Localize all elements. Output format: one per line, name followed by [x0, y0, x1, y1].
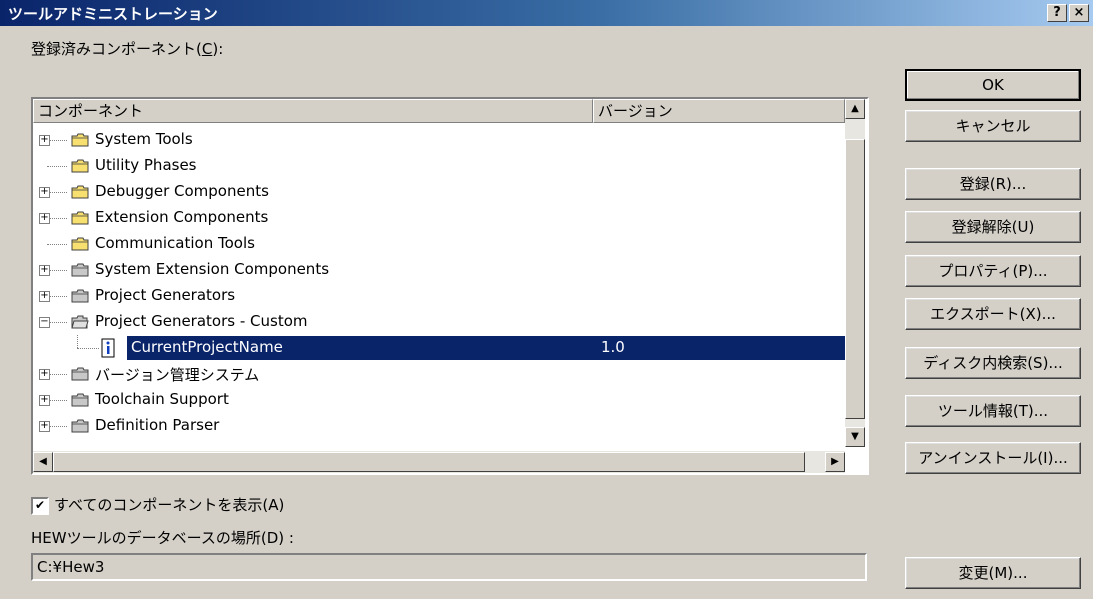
folder-yellow-icon: [71, 237, 89, 251]
tree-row[interactable]: + バージョン管理システム: [33, 361, 845, 387]
scroll-up-button[interactable]: ▲: [845, 99, 865, 119]
tree-connector: [47, 270, 67, 271]
tool-administration-dialog: ツールアドミニストレーション ? × 登録済みコンポーネント(C): コンポーネ…: [0, 0, 1093, 599]
cancel-button[interactable]: キャンセル: [905, 110, 1081, 142]
scroll-down-button[interactable]: ▼: [845, 427, 865, 447]
tree-row[interactable]: Utility Phases: [33, 153, 845, 179]
component-name: Project Generators: [95, 286, 236, 304]
tree-connector: [47, 426, 67, 427]
expand-icon[interactable]: +: [39, 421, 50, 432]
column-header-component[interactable]: コンポーネント: [33, 99, 593, 123]
component-name: System Extension Components: [95, 260, 330, 278]
component-name: System Tools: [95, 130, 193, 148]
folder-open-gray-icon: [71, 315, 89, 329]
close-button[interactable]: ×: [1069, 4, 1089, 22]
tree-connector: [47, 322, 67, 323]
info-document-icon: [101, 338, 115, 358]
uninstall-button[interactable]: アンインストール(I)...: [905, 442, 1081, 474]
tree-connector: [47, 166, 67, 167]
folder-gray-icon: [71, 367, 89, 381]
unregister-button[interactable]: 登録解除(U): [905, 211, 1081, 243]
tree-row[interactable]: + Extension Components: [33, 205, 845, 231]
tree-connector: [47, 218, 67, 219]
tree-connector: [47, 400, 67, 401]
folder-yellow-icon: [71, 159, 89, 173]
tree-row[interactable]: + Definition Parser: [33, 413, 845, 439]
expand-icon[interactable]: +: [39, 395, 50, 406]
show-all-checkbox[interactable]: ✔: [31, 497, 49, 515]
scroll-right-button[interactable]: ▶: [825, 452, 845, 472]
folder-gray-icon: [71, 419, 89, 433]
component-version: 1.0: [601, 338, 625, 356]
tree-connector: [77, 335, 78, 348]
tree-row[interactable]: − Project Generators - Custom: [33, 309, 845, 335]
tree-row[interactable]: + System Extension Components: [33, 257, 845, 283]
component-name: Project Generators - Custom: [95, 312, 308, 330]
component-list[interactable]: コンポーネント バージョン + System Tools Utility Phase…: [31, 97, 869, 475]
tool-info-button[interactable]: ツール情報(T)...: [905, 395, 1081, 427]
tree-connector: [47, 296, 67, 297]
tree-connector: [47, 374, 67, 375]
ok-button[interactable]: OK: [905, 69, 1081, 101]
show-all-label[interactable]: すべてのコンポーネントを表示(A): [54, 494, 284, 515]
properties-button[interactable]: プロパティ(P)...: [905, 255, 1081, 287]
folder-yellow-icon: [71, 133, 89, 147]
component-name: Communication Tools: [95, 234, 255, 252]
change-button[interactable]: 変更(M)...: [905, 557, 1081, 589]
components-label: 登録済みコンポーネント(C):: [31, 40, 224, 58]
component-name: Toolchain Support: [95, 390, 229, 408]
tree-row[interactable]: + Project Generators: [33, 283, 845, 309]
tree-connector: [47, 140, 67, 141]
horizontal-scrollbar[interactable]: ◀ ▶: [33, 451, 845, 473]
db-location-field[interactable]: C:¥Hew3: [31, 553, 867, 581]
folder-gray-icon: [71, 289, 89, 303]
expand-icon[interactable]: +: [39, 265, 50, 276]
horizontal-scroll-thumb[interactable]: [53, 452, 805, 472]
folder-gray-icon: [71, 393, 89, 407]
tree-connector: [47, 192, 67, 193]
search-disk-button[interactable]: ディスク内検索(S)...: [905, 347, 1081, 379]
tree-connector: [77, 348, 99, 349]
export-button[interactable]: エクスポート(X)...: [905, 298, 1081, 330]
expand-icon[interactable]: +: [39, 135, 50, 146]
component-name: Debugger Components: [95, 182, 269, 200]
component-name: バージョン管理システム: [95, 366, 260, 384]
tree-row[interactable]: + Debugger Components: [33, 179, 845, 205]
tree-row[interactable]: CurrentProjectName 1.0: [33, 335, 845, 361]
component-name: CurrentProjectName: [131, 338, 283, 356]
component-name: Utility Phases: [95, 156, 197, 174]
tree-row[interactable]: Communication Tools: [33, 231, 845, 257]
vertical-scrollbar[interactable]: ▲ ▼: [845, 99, 865, 447]
tree-row[interactable]: + System Tools: [33, 127, 845, 153]
collapse-icon[interactable]: −: [39, 317, 50, 328]
expand-icon[interactable]: +: [39, 187, 50, 198]
register-button[interactable]: 登録(R)...: [905, 168, 1081, 200]
scroll-left-button[interactable]: ◀: [33, 452, 53, 472]
window-title: ツールアドミニストレーション: [8, 5, 218, 23]
folder-yellow-icon: [71, 185, 89, 199]
folder-gray-icon: [71, 263, 89, 277]
tree-row[interactable]: + Toolchain Support: [33, 387, 845, 413]
component-name: Definition Parser: [95, 416, 220, 434]
column-header-version[interactable]: バージョン: [593, 99, 845, 123]
expand-icon[interactable]: +: [39, 291, 50, 302]
help-button[interactable]: ?: [1047, 4, 1067, 22]
tree-connector: [47, 244, 67, 245]
folder-yellow-icon: [71, 211, 89, 225]
expand-icon[interactable]: +: [39, 213, 50, 224]
db-location-label: HEWツールのデータベースの場所(D) :: [31, 529, 294, 547]
component-name: Extension Components: [95, 208, 269, 226]
vertical-scroll-thumb[interactable]: [845, 139, 865, 419]
expand-icon[interactable]: +: [39, 369, 50, 380]
title-bar[interactable]: ツールアドミニストレーション ? ×: [0, 0, 1093, 26]
